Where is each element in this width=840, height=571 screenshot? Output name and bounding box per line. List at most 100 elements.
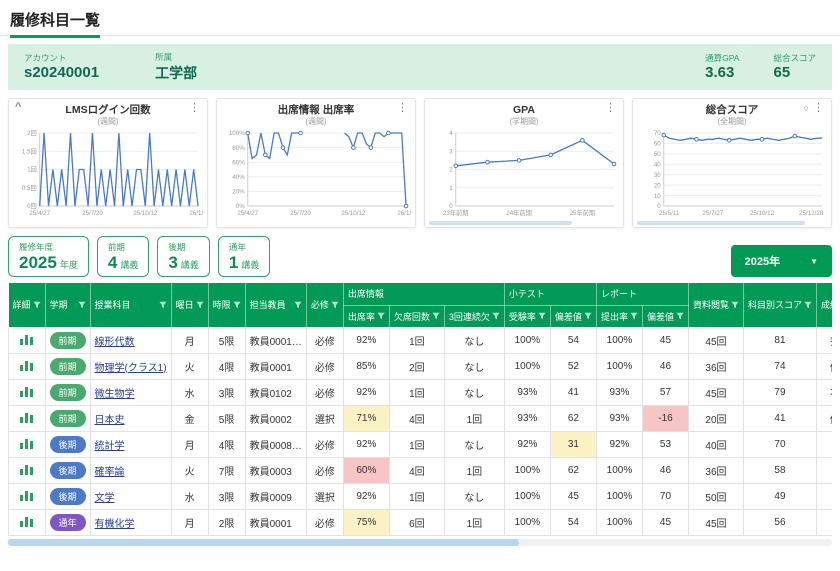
- filter-icon[interactable]: [538, 312, 546, 320]
- horizontal-scrollbar-thumb[interactable]: [8, 539, 519, 546]
- cell-detail: [9, 353, 46, 379]
- col-header-day[interactable]: 曜日: [171, 283, 208, 327]
- col-header-teacher[interactable]: 担当教員: [245, 283, 306, 327]
- filter-icon[interactable]: [804, 301, 812, 309]
- col-header-period[interactable]: 時限: [208, 283, 245, 327]
- course-link[interactable]: 日本史: [95, 415, 125, 426]
- svg-text:10: 10: [654, 193, 661, 200]
- col-header-quiz_rate[interactable]: 受験率: [504, 305, 550, 327]
- cell-course: 線形代数: [90, 327, 171, 353]
- account-bar: アカウント s20240001 所属 工学部 通算GPA 3.63 総合スコア …: [8, 44, 832, 90]
- chart-scrollbar[interactable]: [637, 221, 805, 225]
- filter-icon[interactable]: [377, 312, 385, 320]
- year-filter-dropdown[interactable]: 2025年 ▼: [731, 245, 832, 277]
- kebab-menu-icon[interactable]: ⋮: [397, 103, 408, 114]
- detail-chart-button[interactable]: [18, 410, 35, 427]
- filter-icon[interactable]: [731, 301, 739, 309]
- comment-icon[interactable]: ○: [804, 103, 809, 114]
- col-header-att_rate[interactable]: 出席率: [343, 305, 389, 327]
- course-link[interactable]: 物理学(クラス1): [95, 363, 167, 374]
- cell-consec: 1回: [444, 457, 504, 483]
- course-link[interactable]: 文学: [95, 493, 115, 504]
- filter-icon[interactable]: [630, 312, 638, 320]
- svg-text:25/4/27: 25/4/27: [237, 210, 258, 217]
- cell-required: 必修: [306, 457, 343, 483]
- horizontal-scrollbar-track[interactable]: [8, 539, 832, 546]
- filter-icon[interactable]: [78, 301, 86, 309]
- kebab-menu-icon[interactable]: ⋮: [189, 103, 200, 114]
- cell-day: 火: [171, 353, 208, 379]
- bar-chart-icon: [20, 334, 33, 345]
- course-link[interactable]: 確率論: [95, 467, 125, 478]
- col-header-required[interactable]: 必修: [306, 283, 343, 327]
- filter-icon[interactable]: [492, 312, 500, 320]
- cell-quiz_rate: 92%: [504, 431, 550, 457]
- col-header-views[interactable]: 資料閲覧: [688, 283, 743, 327]
- svg-text:23年前期: 23年前期: [443, 208, 469, 217]
- cell-day: 水: [171, 379, 208, 405]
- col-header-detail[interactable]: 詳細: [9, 283, 46, 327]
- cell-absences: 4回: [389, 405, 444, 431]
- cell-att_rate: 92%: [343, 483, 389, 509]
- detail-chart-button[interactable]: [18, 488, 35, 505]
- detail-chart-button[interactable]: [18, 358, 35, 375]
- svg-text:20: 20: [654, 182, 661, 189]
- cell-detail: [9, 483, 46, 509]
- col-header-rep_rate[interactable]: 提出率: [596, 305, 642, 327]
- course-dashboard: 履修科目一覧 アカウント s20240001 所属 工学部 通算GPA 3.63…: [0, 0, 840, 546]
- cell-period: 5限: [208, 405, 245, 431]
- cell-score: 79: [743, 379, 816, 405]
- course-link[interactable]: 線形代数: [95, 337, 135, 348]
- kebab-menu-icon[interactable]: ⋮: [813, 103, 824, 114]
- col-header-consec[interactable]: 3回連続欠: [444, 305, 504, 327]
- svg-text:20%: 20%: [232, 189, 245, 196]
- filter-icon[interactable]: [159, 301, 167, 309]
- detail-chart-button[interactable]: [18, 332, 35, 349]
- semester-badge: 後期: [50, 488, 86, 505]
- second-semester-count-box: 後期 3講義: [157, 236, 209, 277]
- cell-absences: 1回: [389, 431, 444, 457]
- filter-icon[interactable]: [33, 301, 41, 309]
- course-link[interactable]: 統計学: [95, 441, 125, 452]
- cell-day: 水: [171, 483, 208, 509]
- filter-icon[interactable]: [432, 312, 440, 320]
- account-value: s20240001: [24, 64, 99, 81]
- cell-quiz_dev: 52: [550, 353, 596, 379]
- chart-scrollbar[interactable]: [429, 221, 572, 225]
- col-header-grade[interactable]: 成績: [817, 283, 833, 327]
- filter-icon[interactable]: [584, 312, 592, 320]
- col-header-absences[interactable]: 欠席回数: [389, 305, 444, 327]
- filter-icon[interactable]: [233, 301, 241, 309]
- course-row: 前期線形代数月5限教員0001…必修92%1回なし100%54100%4545回…: [9, 327, 833, 353]
- svg-text:25年前期: 25年前期: [570, 208, 596, 217]
- chart-title: 総合スコア: [637, 104, 827, 117]
- course-row: 前期物理学(クラス1)火4限教員0001必修85%2回なし100%52100%4…: [9, 353, 833, 379]
- kebab-menu-icon[interactable]: ⋮: [605, 103, 616, 114]
- page-title: 履修科目一覧: [10, 9, 100, 38]
- detail-chart-button[interactable]: [18, 384, 35, 401]
- registration-year-unit: 年度: [60, 260, 78, 270]
- cell-att_rate: 85%: [343, 353, 389, 379]
- gpa-label: 通算GPA: [705, 52, 739, 64]
- col-header-quiz_dev[interactable]: 偏差値: [550, 305, 596, 327]
- col-header-course[interactable]: 授業科目: [90, 283, 171, 327]
- col-header-semester[interactable]: 学期: [45, 283, 90, 327]
- registration-year-label: 履修年度: [19, 241, 78, 253]
- detail-chart-button[interactable]: [18, 514, 35, 531]
- cell-views: 45回: [688, 509, 743, 535]
- filter-icon[interactable]: [294, 301, 302, 309]
- course-link[interactable]: 有機化学: [95, 519, 135, 530]
- lecture-unit: 講義: [241, 260, 259, 270]
- filter-icon[interactable]: [196, 301, 204, 309]
- svg-text:26/1/4: 26/1/4: [397, 210, 411, 217]
- detail-chart-button[interactable]: [18, 462, 35, 479]
- course-link[interactable]: 微生物学: [95, 389, 135, 400]
- col-header-score[interactable]: 科目別スコア: [743, 283, 816, 327]
- filter-icon[interactable]: [331, 301, 339, 309]
- filter-icon[interactable]: [676, 312, 684, 320]
- cell-score: 81: [743, 327, 816, 353]
- cell-consec: なし: [444, 327, 504, 353]
- col-header-rep_dev[interactable]: 偏差値: [642, 305, 688, 327]
- detail-chart-button[interactable]: [18, 436, 35, 453]
- collapse-icon[interactable]: ^: [15, 102, 21, 113]
